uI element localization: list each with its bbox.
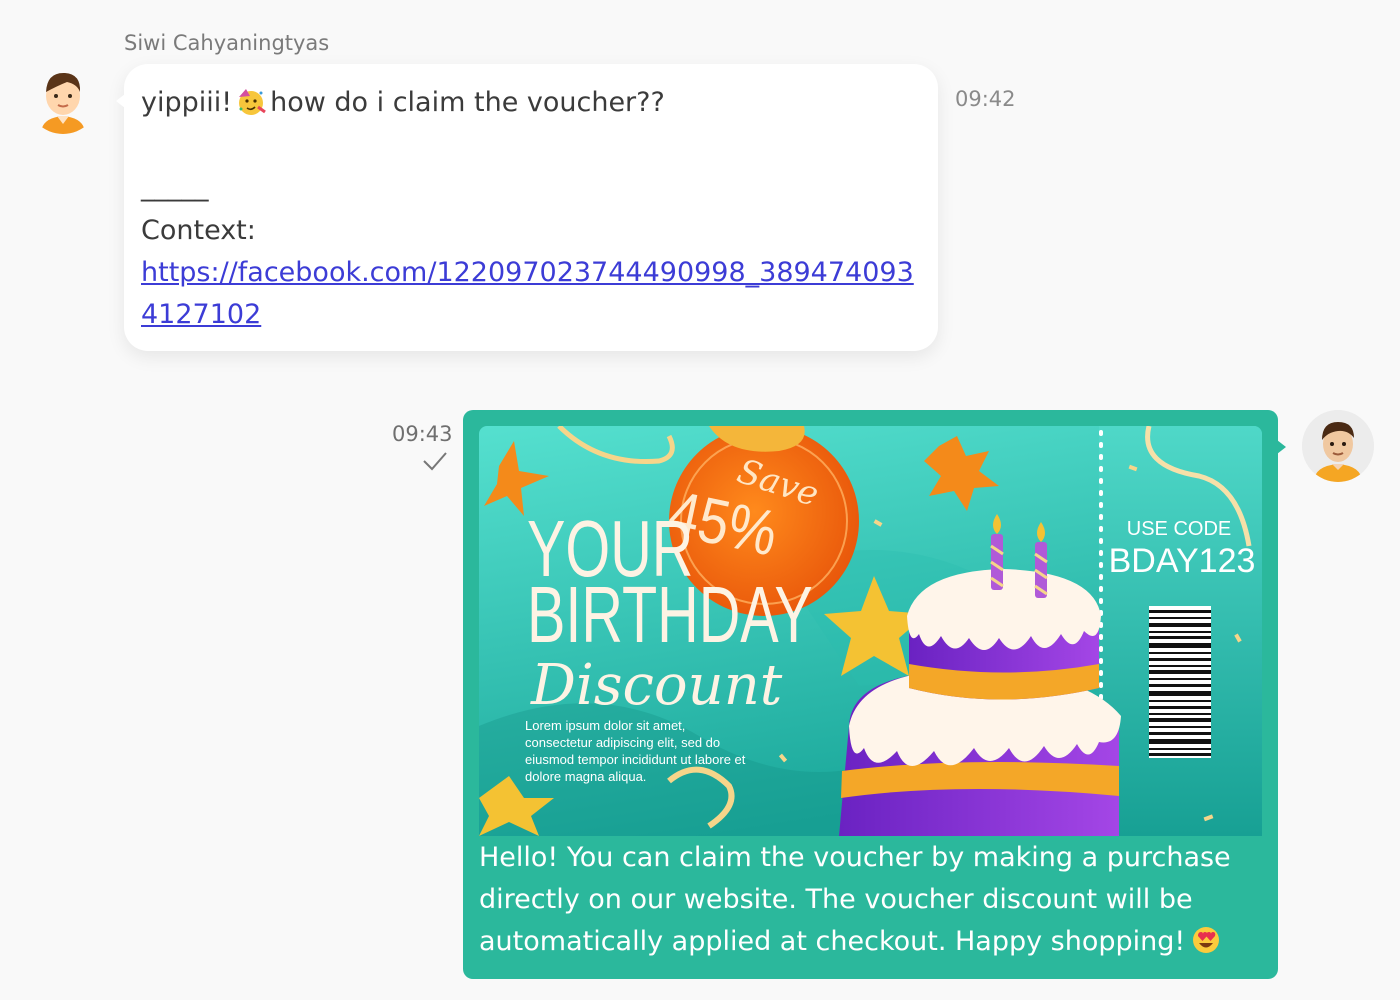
barcode-icon: [1149, 606, 1211, 758]
partying-face-icon: [236, 87, 266, 117]
voucher-lorem-line3: eiusmod tempor incididunt ut labore et: [525, 752, 746, 767]
context-link[interactable]: https://facebook.com/122097023744490998_…: [141, 252, 923, 336]
context-label: Context:: [141, 214, 256, 246]
voucher-title-line2: BIRTHDAY: [527, 570, 813, 660]
reply-text-content: Hello! You can claim the voucher by maki…: [479, 842, 1231, 957]
message-text: yippiii! how do i claim the voucher??: [141, 82, 920, 124]
agent-avatar[interactable]: [1302, 410, 1374, 482]
reply-text: Hello! You can claim the voucher by maki…: [479, 837, 1259, 963]
voucher-lorem-line2: consectetur adipiscing elit, sed do: [525, 735, 720, 750]
use-code-label: USE CODE: [1127, 518, 1231, 540]
incoming-message-bubble: yippiii! how do i claim the voucher?? ___…: [116, 64, 938, 351]
voucher-image[interactable]: Save 45% YOUR BIRTHDAY Discount Lorem ip…: [479, 426, 1262, 836]
incoming-timestamp: 09:42: [955, 87, 1016, 111]
message-text-part: how do i claim the voucher??: [270, 87, 665, 118]
heart-eyes-emoji-icon: [1191, 925, 1221, 955]
chat-view: Siwi Cahyaningtyas yippiii! how do i clai…: [0, 0, 1400, 1000]
voucher-code: BDAY123: [1109, 542, 1256, 580]
voucher-lorem-line1: Lorem ipsum dolor sit amet,: [525, 718, 685, 733]
sender-name: Siwi Cahyaningtyas: [124, 31, 330, 55]
bubble-tail: [116, 94, 125, 108]
bubble-tail: [1277, 440, 1286, 454]
message-text-part: yippiii!: [141, 87, 233, 118]
voucher-title-script: Discount: [530, 653, 783, 718]
sender-avatar[interactable]: [27, 62, 99, 134]
check-icon: [423, 452, 447, 471]
outgoing-timestamp: 09:43: [392, 422, 453, 446]
voucher-lorem-line4: dolore magna aliqua.: [525, 769, 646, 784]
message-separator: _____: [141, 170, 209, 202]
outgoing-message-bubble: Save 45% YOUR BIRTHDAY Discount Lorem ip…: [463, 410, 1286, 979]
